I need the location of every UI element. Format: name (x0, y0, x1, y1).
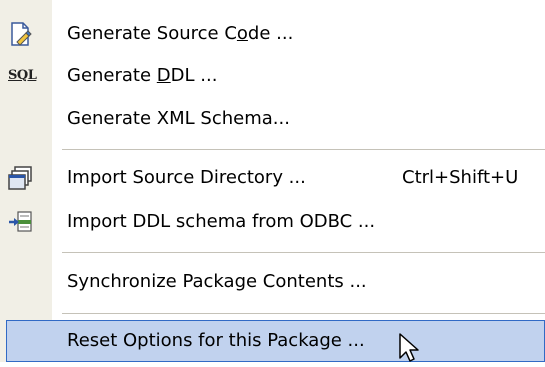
menu-item-label: Generate XML Schema... (67, 108, 290, 129)
menu-item-label: Synchronize Package Contents ... (67, 271, 367, 292)
context-menu: Generate Source Code ... SQL Generate DD… (0, 0, 545, 362)
import-directory-icon (8, 165, 34, 191)
menu-item-label: Reset Options for this Package ... (67, 330, 365, 351)
menu-item-reset-options[interactable]: Reset Options for this Package ... (6, 320, 545, 362)
menu-item-generate-ddl[interactable]: SQL Generate DDL ... (0, 55, 545, 97)
menu-separator (62, 149, 545, 150)
menu-item-label: Generate DDL ... (67, 65, 218, 86)
menu-item-import-ddl-odbc[interactable]: Import DDL schema from ODBC ... (0, 201, 545, 243)
menu-item-synchronize-package[interactable]: Synchronize Package Contents ... (0, 261, 545, 303)
menu-item-generate-source-code[interactable]: Generate Source Code ... (0, 13, 545, 55)
menu-item-generate-xml-schema[interactable]: Generate XML Schema... (0, 98, 545, 140)
mouse-pointer-icon (398, 333, 422, 363)
menu-item-label: Import Source Directory ... (67, 167, 306, 188)
menu-separator (62, 313, 545, 314)
menu-item-shortcut: Ctrl+Shift+U (402, 167, 519, 188)
menu-item-label: Import DDL schema from ODBC ... (67, 211, 376, 232)
import-odbc-icon (8, 209, 34, 235)
menu-separator (62, 252, 545, 253)
menu-item-label: Generate Source Code ... (67, 23, 294, 44)
menu-item-import-source-directory[interactable]: Import Source Directory ... Ctrl+Shift+U (0, 157, 545, 199)
sql-icon: SQL (8, 68, 37, 83)
generate-code-icon (8, 21, 34, 47)
